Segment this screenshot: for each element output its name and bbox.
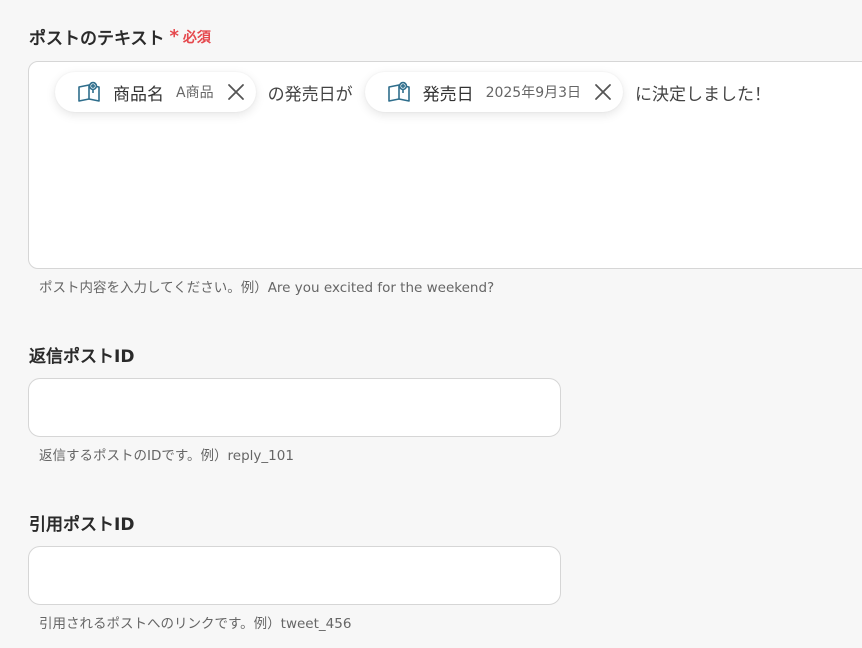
variable-chip-release-date[interactable]: 発売日 2025年9月3日 (364, 72, 624, 112)
chip-value: A商品 (176, 85, 214, 101)
post-text-label-text: ポストのテキスト (29, 29, 165, 49)
chip-name: 発売日 (422, 84, 474, 105)
reply-post-id-label-text: 返信ポストID (29, 347, 135, 367)
post-text-content: 商品名 A商品 の発売日が 発売日 2025年9月3日 に決定しました！ (55, 72, 783, 112)
book-icon (387, 80, 411, 104)
required-label: 必須 (182, 29, 211, 46)
variable-chip-product-name[interactable]: 商品名 A商品 (55, 72, 256, 112)
quote-post-id-label: 引用ポストID (29, 510, 134, 535)
reply-post-id-help: 返信するポストのIDです。例）reply_101 (39, 448, 294, 464)
post-text-editor[interactable]: 商品名 A商品 の発売日が 発売日 2025年9月3日 に決定しました！ (28, 61, 862, 269)
close-icon[interactable] (593, 82, 613, 102)
chip-name: 商品名 (113, 84, 164, 105)
reply-post-id-input[interactable] (28, 378, 561, 437)
reply-post-id-label: 返信ポストID (29, 342, 134, 367)
required-asterisk: * (169, 26, 179, 47)
post-text-help: ポスト内容を入力してください。例）Are you excited for the… (39, 280, 495, 296)
close-icon[interactable] (226, 82, 246, 102)
post-text-segment: の発売日が (267, 84, 353, 105)
chip-value: 2025年9月3日 (485, 85, 582, 101)
quote-post-id-help: 引用されるポストへのリンクです。例）tweet_456 (39, 616, 352, 632)
quote-post-id-input[interactable] (28, 546, 561, 605)
post-text-label: ポストのテキスト * 必須 (29, 24, 211, 49)
quote-post-id-label-text: 引用ポストID (29, 515, 135, 535)
book-icon (77, 80, 101, 104)
post-text-segment: に決定しました！ (635, 84, 772, 105)
